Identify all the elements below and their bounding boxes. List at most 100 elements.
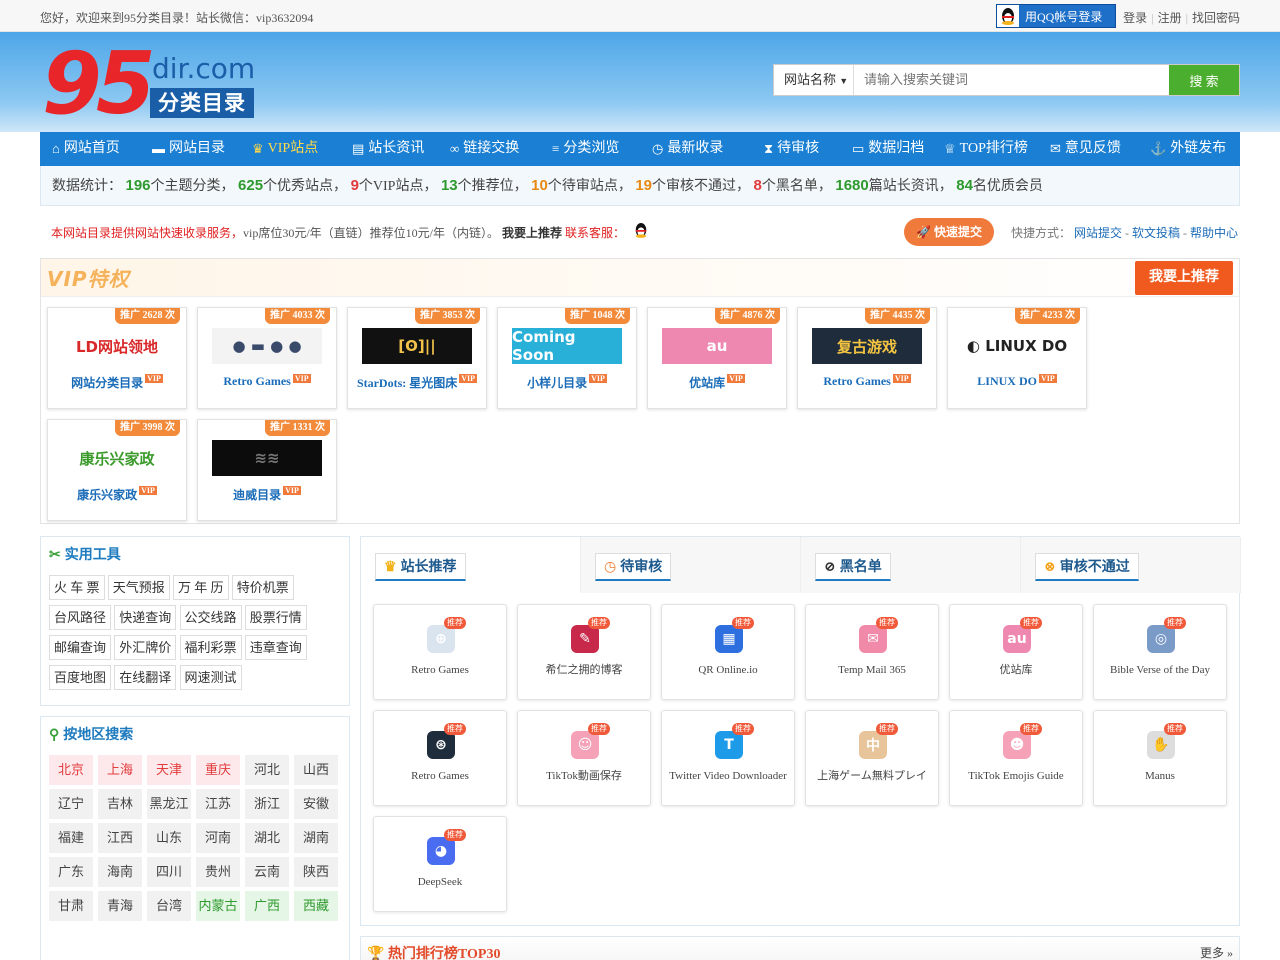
search-button[interactable]: 搜 索 bbox=[1169, 65, 1239, 95]
vip-site-card[interactable]: 推广 4876 次 au 优站库 VIP bbox=[647, 307, 787, 409]
vip-site-card[interactable]: 推广 4435 次复古游戏 Retro Games VIP bbox=[797, 307, 937, 409]
tool-link[interactable]: 台风路径 bbox=[49, 605, 112, 630]
region-link[interactable]: 辽宁 bbox=[49, 789, 93, 819]
recommended-site-card[interactable]: ☺ 推荐 TikTok動画保存 bbox=[517, 710, 651, 806]
recommended-site-card[interactable]: 中推荐 上海ゲーム無料プレイ bbox=[805, 710, 939, 806]
region-link[interactable]: 北京 bbox=[49, 755, 93, 785]
vip-site-card[interactable]: 推广 4233 次 ◐ LINUX DO LINUX DO VIP bbox=[947, 307, 1087, 409]
tool-link[interactable]: 违章查询 bbox=[244, 635, 307, 660]
help-center-link[interactable]: 帮助中心 bbox=[1190, 226, 1238, 240]
region-link[interactable]: 广西 bbox=[245, 891, 289, 921]
region-link[interactable]: 天津 bbox=[147, 755, 191, 785]
region-link[interactable]: 浙江 bbox=[245, 789, 289, 819]
tool-link[interactable]: 天气预报 bbox=[107, 575, 170, 600]
tab-3[interactable]: ⊗ 审核不通过 bbox=[1021, 537, 1241, 593]
tool-link[interactable]: 火 车 票 bbox=[49, 575, 105, 600]
nav-item-1[interactable]: ▬ 网站目录 bbox=[140, 132, 240, 166]
nav-item-0[interactable]: ⌂ 网站首页 bbox=[40, 132, 140, 166]
login-link[interactable]: 登录 bbox=[1123, 11, 1147, 25]
tool-link[interactable]: 快递查询 bbox=[114, 605, 177, 630]
vip-site-card[interactable]: 推广 4033 次 ● ▬ ● ● Retro Games VIP bbox=[197, 307, 337, 409]
region-link[interactable]: 青海 bbox=[98, 891, 142, 921]
recommended-site-card[interactable]: T 推荐 Twitter Video Downloader bbox=[661, 710, 795, 806]
hot-more-link[interactable]: 更多 » bbox=[1200, 944, 1233, 960]
region-link[interactable]: 吉林 bbox=[98, 789, 142, 819]
qq-login-button[interactable]: 用QQ帐号登录 bbox=[996, 4, 1116, 28]
nav-item-8[interactable]: ▭ 数据归档 bbox=[840, 132, 932, 166]
recommended-site-card[interactable]: au 推荐 优站库 bbox=[949, 604, 1083, 700]
region-link[interactable]: 四川 bbox=[147, 857, 191, 887]
tool-link[interactable]: 邮编查询 bbox=[49, 635, 112, 660]
region-link[interactable]: 重庆 bbox=[196, 755, 240, 785]
tab-1[interactable]: ◷ 待审核 bbox=[581, 537, 801, 593]
vip-site-card[interactable]: 推广 2628 次 LD网站领地 网站分类目录 VIP bbox=[47, 307, 187, 409]
region-link[interactable]: 陕西 bbox=[294, 857, 338, 887]
region-link[interactable]: 河南 bbox=[196, 823, 240, 853]
region-link[interactable]: 湖南 bbox=[294, 823, 338, 853]
region-link[interactable]: 安徽 bbox=[294, 789, 338, 819]
region-link[interactable]: 湖北 bbox=[245, 823, 289, 853]
region-link[interactable]: 台湾 bbox=[147, 891, 191, 921]
tool-link[interactable]: 在线翻译 bbox=[114, 665, 177, 690]
tool-link[interactable]: 外汇牌价 bbox=[114, 635, 177, 660]
region-link[interactable]: 内蒙古 bbox=[196, 891, 240, 921]
nav-item-9[interactable]: ♕ TOP排行榜 bbox=[932, 132, 1038, 166]
search-input[interactable] bbox=[854, 65, 1169, 95]
site-logo[interactable]: 95 dir.com 分类目录 bbox=[42, 34, 257, 134]
region-link[interactable]: 江苏 bbox=[196, 789, 240, 819]
nav-item-3[interactable]: ▤ 站长资讯 bbox=[340, 132, 438, 166]
vip-site-card[interactable]: 推广 1331 次 ≋≋ 迪威目录 VIP bbox=[197, 419, 337, 521]
recommended-site-card[interactable]: ▦ 推荐 QR Online.io bbox=[661, 604, 795, 700]
vip-site-card[interactable]: 推广 3853 次 [ʘ]|| StarDots: 星光图床 VIP bbox=[347, 307, 487, 409]
region-link[interactable]: 山西 bbox=[294, 755, 338, 785]
nav-item-5[interactable]: ≡ 分类浏览 bbox=[540, 132, 640, 166]
vip-site-card[interactable]: 推广 1048 次 Coming Soon 小样儿目录 VIP bbox=[497, 307, 637, 409]
recommended-site-card[interactable]: ☻ 推荐 TikTok Emojis Guide bbox=[949, 710, 1083, 806]
region-link[interactable]: 广东 bbox=[49, 857, 93, 887]
tab-2[interactable]: ⊘ 黑名单 bbox=[801, 537, 1021, 593]
nav-item-4[interactable]: ∞ 链接交换 bbox=[438, 132, 540, 166]
recommend-badge: 推荐 bbox=[444, 829, 466, 841]
region-link[interactable]: 黑龙江 bbox=[147, 789, 191, 819]
search-type-select[interactable]: 网站名称 ▼ bbox=[774, 65, 854, 95]
recommended-site-card[interactable]: ◎ 推荐 Bible Verse of the Day bbox=[1093, 604, 1227, 700]
tool-link[interactable]: 万 年 历 bbox=[173, 575, 229, 600]
region-link[interactable]: 上海 bbox=[98, 755, 142, 785]
recommended-site-card[interactable]: ✋ 推荐 Manus bbox=[1093, 710, 1227, 806]
region-link[interactable]: 海南 bbox=[98, 857, 142, 887]
tool-link[interactable]: 特价机票 bbox=[231, 575, 294, 600]
nav-item-7[interactable]: ⧗ 待审核 bbox=[752, 132, 840, 166]
recommended-site-card[interactable]: ◕ 推荐 DeepSeek bbox=[373, 816, 507, 912]
tool-link[interactable]: 福利彩票 bbox=[179, 635, 242, 660]
qq-contact-icon[interactable] bbox=[634, 215, 648, 253]
tool-link[interactable]: 网速测试 bbox=[179, 665, 242, 690]
article-submit-link[interactable]: 软文投稿 bbox=[1132, 226, 1180, 240]
apply-recommend-button[interactable]: 我要上推荐 bbox=[1135, 261, 1233, 295]
recommended-site-card[interactable]: ⊛ 推荐 Retro Games bbox=[373, 710, 507, 806]
region-link[interactable]: 河北 bbox=[245, 755, 289, 785]
register-link[interactable]: 注册 bbox=[1158, 11, 1182, 25]
region-link[interactable]: 西藏 bbox=[294, 891, 338, 921]
tool-link[interactable]: 股票行情 bbox=[244, 605, 307, 630]
recommended-site-card[interactable]: ✉ 推荐 Temp Mail 365 bbox=[805, 604, 939, 700]
region-link[interactable]: 山东 bbox=[147, 823, 191, 853]
vip-site-card[interactable]: 推广 3998 次康乐兴家政 康乐兴家政 VIP bbox=[47, 419, 187, 521]
tool-link[interactable]: 百度地图 bbox=[49, 665, 112, 690]
fast-submit-button[interactable]: 🚀 快速提交 bbox=[904, 218, 994, 246]
tool-link[interactable]: 公交线路 bbox=[179, 605, 242, 630]
stat-count: 196 bbox=[125, 177, 151, 194]
nav-item-2[interactable]: ♛ VIP站点 bbox=[240, 132, 340, 166]
recommended-site-card[interactable]: ✎ 推荐 希仁之拥的博客 bbox=[517, 604, 651, 700]
recover-password-link[interactable]: 找回密码 bbox=[1192, 11, 1240, 25]
region-link[interactable]: 江西 bbox=[98, 823, 142, 853]
recommended-site-card[interactable]: ⊕ 推荐 Retro Games bbox=[373, 604, 507, 700]
region-link[interactable]: 甘肃 bbox=[49, 891, 93, 921]
region-link[interactable]: 福建 bbox=[49, 823, 93, 853]
site-submit-link[interactable]: 网站提交 bbox=[1074, 226, 1122, 240]
nav-item-10[interactable]: ✉ 意见反馈 bbox=[1038, 132, 1138, 166]
nav-item-6[interactable]: ◷ 最新收录 bbox=[640, 132, 752, 166]
tab-0[interactable]: ♛ 站长推荐 bbox=[361, 537, 581, 593]
nav-item-11[interactable]: ⚓ 外链发布 bbox=[1138, 132, 1240, 166]
region-link[interactable]: 贵州 bbox=[196, 857, 240, 887]
region-link[interactable]: 云南 bbox=[245, 857, 289, 887]
